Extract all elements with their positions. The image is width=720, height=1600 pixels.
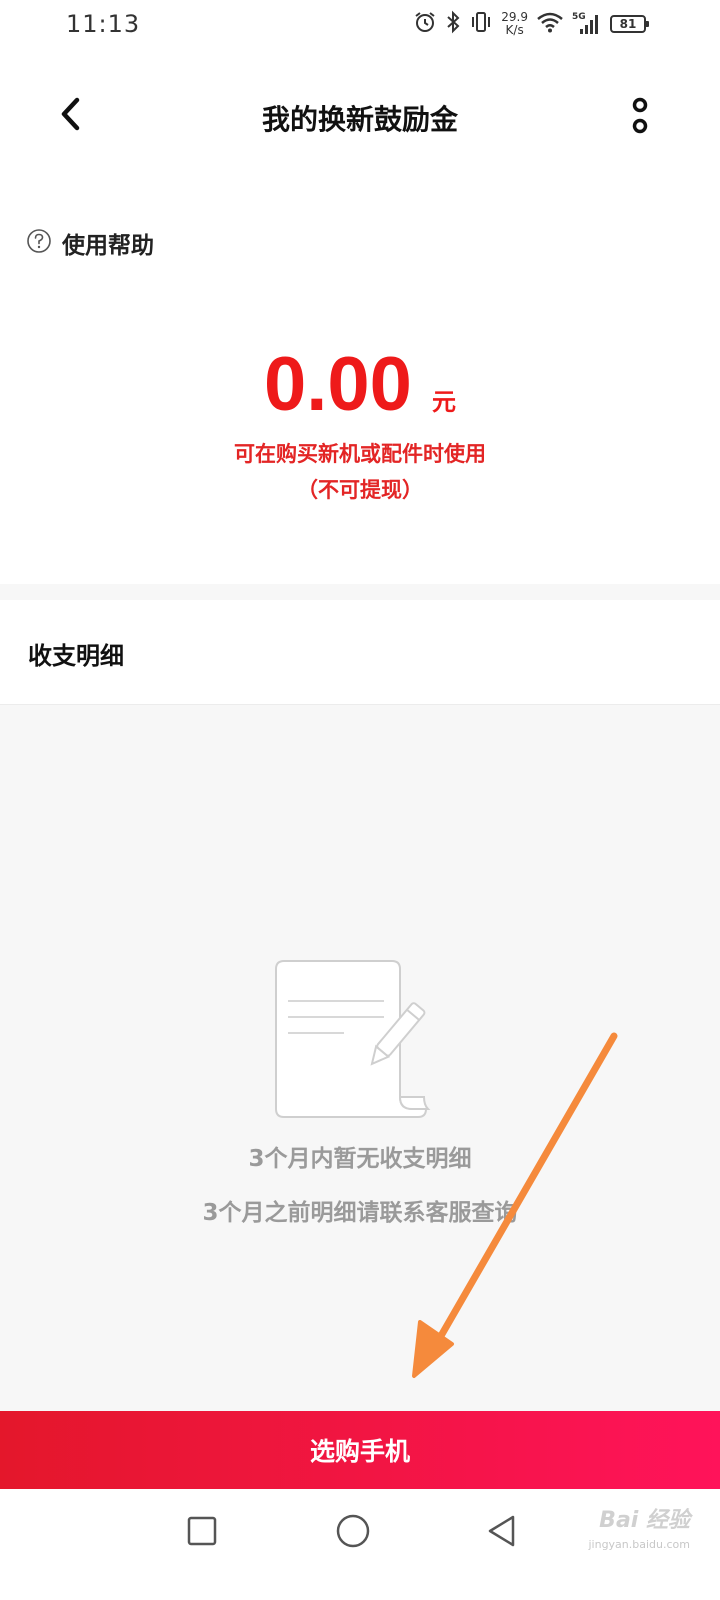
details-header: 收支明细 [0,600,720,705]
balance-row: 0.00 元 [0,340,720,430]
status-bar: 11:13 29.9 K/s 5G 81 [0,0,720,48]
header: 我的换新鼓励金 [0,72,720,164]
back-icon [485,1514,519,1552]
buy-phone-button[interactable]: 选购手机 [0,1411,720,1489]
status-time: 11:13 [66,10,141,38]
alarm-icon [413,10,437,38]
document-pen-icon [272,959,432,1123]
net-speed: 29.9 K/s [501,11,528,37]
empty-state: 3个月内暂无收支明细 3个月之前明细请联系客服查询 [0,705,720,1411]
vibrate-icon [469,10,493,38]
more-button[interactable] [620,94,660,142]
home-button[interactable] [331,1511,375,1555]
more-vertical-icon [630,96,650,140]
watermark: Bai 经验 jingyan.baidu.com [588,1509,690,1557]
page: 11:13 29.9 K/s 5G 81 我的换新鼓励金 使用帮助 0.00 元… [0,0,720,1600]
help-label: 使用帮助 [62,233,154,259]
net-speed-unit: K/s [505,23,524,37]
empty-hint: 3个月之前明细请联系客服查询 [202,1200,518,1226]
question-circle-icon [26,228,52,258]
recent-apps-icon [186,1515,218,1551]
navigation-bar: Bai 经验 jingyan.baidu.com [0,1489,720,1600]
balance-note-line2: （不可提现） [297,478,423,502]
recent-apps-button[interactable] [180,1511,224,1555]
empty-message: 3个月内暂无收支明细 [248,1146,472,1172]
watermark-sub: jingyan.baidu.com [588,1538,690,1551]
details-title: 收支明细 [28,642,124,670]
battery-icon: 81 [610,15,649,33]
status-icons: 29.9 K/s 5G 81 [413,8,649,40]
balance-unit: 元 [431,388,456,416]
balance-note-line1: 可在购买新机或配件时使用 [234,442,486,466]
bluetooth-icon [445,10,461,38]
signal-icon: 5G [572,12,602,36]
page-title: 我的换新鼓励金 [261,103,458,136]
wifi-icon [536,10,564,38]
help-link[interactable]: 使用帮助 [26,226,154,260]
battery-level: 81 [619,17,637,31]
watermark-text: Bai 经验 [599,1508,690,1533]
nav-back-button[interactable] [480,1511,524,1555]
balance-amount: 0.00 [264,342,412,427]
home-icon [335,1513,371,1553]
section-divider [0,584,720,600]
balance-section: 0.00 元 可在购买新机或配件时使用 （不可提现） [0,340,720,508]
